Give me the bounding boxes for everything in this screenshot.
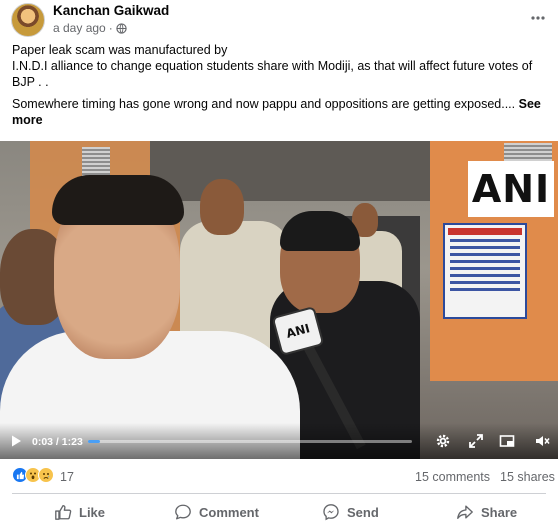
- post-actions: Like Comment Send Share: [0, 497, 558, 527]
- watermark-text: ANI: [471, 167, 551, 211]
- share-arrow-icon: [457, 505, 473, 519]
- engagement-stats: 17 15 comments 15 shares: [0, 465, 558, 489]
- comments-count[interactable]: 15 comments: [415, 470, 490, 484]
- more-dots-icon: [531, 16, 545, 20]
- more-options-button[interactable]: [526, 6, 550, 30]
- picture-in-picture-button[interactable]: [498, 432, 516, 450]
- comment-icon: [175, 504, 191, 520]
- like-label: Like: [79, 504, 106, 520]
- video-player[interactable]: ANI ANI 0:03 / 1:23: [0, 141, 558, 459]
- like-button[interactable]: Like: [54, 497, 105, 527]
- share-label: Share: [481, 504, 518, 520]
- scene-vent: [504, 143, 552, 163]
- volume-muted-icon: [536, 436, 550, 446]
- scene-ceiling: [150, 141, 440, 201]
- video-time: 0:03 / 1:23: [32, 436, 83, 448]
- meta-separator: ·: [108, 21, 113, 35]
- play-button[interactable]: [8, 433, 24, 449]
- shares-count[interactable]: 15 shares: [500, 470, 555, 484]
- pip-icon: [499, 435, 515, 447]
- comment-button[interactable]: Comment: [174, 497, 259, 527]
- send-label: Send: [347, 504, 379, 520]
- globe-icon: [116, 22, 127, 34]
- reaction-icons[interactable]: [12, 467, 54, 483]
- mic-label: ANI: [284, 321, 312, 341]
- ani-watermark: ANI: [468, 161, 554, 217]
- gear-icon: [436, 434, 450, 448]
- progress-fill: [88, 440, 100, 443]
- settings-button[interactable]: [434, 432, 452, 450]
- post-caption: Paper leak scam was manufactured by I.N.…: [12, 42, 546, 134]
- caption-line-2: I.N.D.I alliance to change equation stud…: [12, 59, 533, 89]
- expand-icon: [469, 434, 483, 448]
- author-name[interactable]: Kanchan Gaikwad: [53, 3, 169, 18]
- comment-label: Comment: [199, 504, 259, 520]
- messenger-icon: [323, 504, 339, 521]
- scene-person: [52, 175, 184, 225]
- post-meta: a day ago ·: [53, 21, 127, 35]
- divider: [12, 493, 546, 494]
- send-button[interactable]: Send: [322, 497, 379, 527]
- scene-notice-board: [443, 223, 527, 319]
- mute-button[interactable]: [533, 432, 551, 450]
- post-header: Kanchan Gaikwad a day ago ·: [0, 0, 558, 40]
- caption-line-1: Paper leak scam was manufactured by: [12, 43, 228, 57]
- play-icon: [12, 435, 21, 447]
- progress-bar[interactable]: [88, 440, 412, 443]
- timestamp[interactable]: a day ago: [53, 21, 106, 35]
- reaction-count[interactable]: 17: [60, 470, 74, 484]
- avatar[interactable]: [11, 3, 45, 37]
- expand-button[interactable]: [467, 432, 485, 450]
- video-controls: 0:03 / 1:23: [0, 423, 558, 459]
- caption-line-3: Somewhere timing has gone wrong and now …: [12, 97, 516, 111]
- thumbs-up-icon: [55, 505, 72, 520]
- share-button[interactable]: Share: [456, 497, 517, 527]
- scene-person: [200, 179, 244, 235]
- sad-reaction-icon: [38, 467, 54, 483]
